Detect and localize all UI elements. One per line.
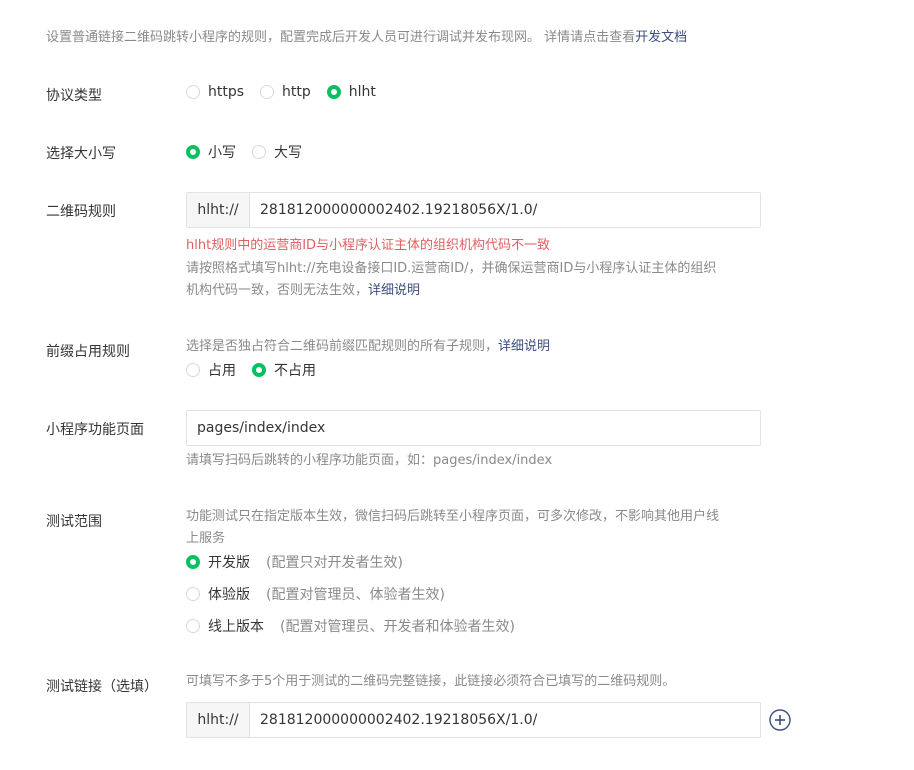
radio-label: 不占用	[274, 363, 316, 379]
test-link-field[interactable]: 281812000000002402.19218056X/1.0/	[250, 703, 760, 737]
qr-rule-field[interactable]: 281812000000002402.19218056X/1.0/	[250, 193, 760, 227]
radio-label: http	[282, 84, 311, 100]
case-label: 选择大小写	[46, 146, 116, 162]
radio-label: 开发版	[208, 555, 250, 571]
qr-rule-input[interactable]: hlht:// 281812000000002402.19218056X/1.0…	[186, 192, 761, 228]
radio-label: https	[208, 84, 245, 100]
page-path-field[interactable]: pages/index/index	[187, 411, 760, 445]
protocol-option-http[interactable]: http	[260, 84, 311, 100]
radio-label: hlht	[348, 84, 376, 100]
page-path-input[interactable]: pages/index/index	[186, 410, 761, 446]
qr-rule-error: hlht规则中的运营商ID与小程序认证主体的组织机构代码不一致	[186, 238, 551, 253]
case-option-upper[interactable]: 大写	[252, 142, 302, 162]
radio-circle[interactable]	[186, 619, 200, 633]
radio-circle[interactable]	[326, 85, 341, 99]
test-link-tip: 可填写不多于5个用于测试的二维码完整链接，此链接必须符合已填写的二维码规则。	[186, 674, 676, 689]
radio-note: (配置只对开发者生效)	[266, 555, 403, 571]
test-link-input[interactable]: hlht:// 281812000000002402.19218056X/1.0…	[186, 702, 761, 738]
radio-circle[interactable]	[252, 363, 266, 377]
test-scope-label: 测试范围	[46, 514, 102, 530]
intro-description: 设置普通链接二维码跳转小程序的规则，配置完成后开发人员可进行调试并发布现网。 详…	[46, 26, 687, 45]
test-scope-tip-line: 上服务	[186, 531, 226, 546]
radio-note: (配置对管理员、体验者生效)	[266, 587, 445, 603]
qr-rule-tip-line: 请按照格式填写hlht://充电设备接口ID.运营商ID/，并确保运营商ID与小…	[186, 261, 717, 276]
radio-circle[interactable]	[260, 85, 275, 99]
prefix-option-occupy[interactable]: 占用	[186, 360, 236, 380]
test-scope-option-trial[interactable]: 体验版 (配置对管理员、体验者生效)	[186, 584, 445, 604]
radio-label: 大写	[274, 145, 302, 161]
qr-rule-detail-link[interactable]: 详细说明	[368, 283, 420, 298]
test-scope-trial: 体验版 (配置对管理员、体验者生效)	[186, 584, 461, 604]
test-link-prefix: hlht://	[187, 703, 250, 737]
page-path-label: 小程序功能页面	[46, 422, 144, 438]
case-radio-group: 小写 大写	[186, 142, 318, 162]
test-scope-online: 线上版本 (配置对管理员、开发者和体验者生效)	[186, 616, 531, 636]
prefix-option-not-occupy[interactable]: 不占用	[252, 360, 316, 380]
test-scope-tip-line: 功能测试只在指定版本生效，微信扫码后跳转至小程序页面，可多次修改，不影响其他用户…	[186, 509, 720, 524]
test-scope-dev: 开发版 (配置只对开发者生效)	[186, 552, 419, 572]
prefix-rule-label: 前缀占用规则	[46, 344, 130, 360]
radio-label: 占用	[208, 363, 236, 379]
dev-docs-link[interactable]: 开发文档	[635, 30, 687, 45]
prefix-rule-tip-text: 选择是否独占符合二维码前缀匹配规则的所有子规则，	[186, 339, 499, 354]
radio-circle[interactable]	[186, 85, 200, 99]
protocol-label: 协议类型	[46, 88, 102, 104]
radio-circle[interactable]	[186, 363, 200, 377]
radio-note: (配置对管理员、开发者和体验者生效)	[280, 619, 515, 635]
plus-circle-icon[interactable]	[769, 709, 791, 731]
qr-rule-tip-line: 机构代码一致，否则无法生效，	[186, 283, 369, 298]
page-path-tip: 请填写扫码后跳转的小程序功能页面，如：pages/index/index	[186, 453, 553, 468]
qr-rule-tip: 请按照格式填写hlht://充电设备接口ID.运营商ID/，并确保运营商ID与小…	[186, 258, 716, 302]
protocol-radio-group: https http hlht	[186, 84, 392, 100]
prefix-rule-detail-link[interactable]: 详细说明	[498, 339, 550, 354]
radio-circle[interactable]	[186, 145, 200, 159]
prefix-rule-radio-group: 占用 不占用	[186, 360, 332, 380]
test-scope-option-online[interactable]: 线上版本 (配置对管理员、开发者和体验者生效)	[186, 616, 515, 636]
intro-text: 设置普通链接二维码跳转小程序的规则，配置完成后开发人员可进行调试并发布现网。 详…	[46, 30, 636, 45]
test-scope-option-dev[interactable]: 开发版 (配置只对开发者生效)	[186, 552, 403, 572]
case-option-lower[interactable]: 小写	[186, 142, 236, 162]
test-scope-tip: 功能测试只在指定版本生效，微信扫码后跳转至小程序页面，可多次修改，不影响其他用户…	[186, 506, 719, 550]
radio-circle[interactable]	[252, 145, 266, 159]
qr-rule-prefix: hlht://	[187, 193, 250, 227]
prefix-rule-tip: 选择是否独占符合二维码前缀匹配规则的所有子规则，详细说明	[186, 336, 550, 358]
radio-circle[interactable]	[186, 587, 200, 601]
radio-label: 小写	[208, 145, 236, 161]
test-link-label: 测试链接（选填）	[46, 679, 158, 695]
radio-label: 体验版	[208, 587, 250, 603]
radio-label: 线上版本	[208, 619, 264, 635]
qr-rule-label: 二维码规则	[46, 204, 116, 220]
radio-circle[interactable]	[186, 555, 200, 569]
protocol-option-https[interactable]: https	[186, 84, 244, 100]
protocol-option-hlht[interactable]: hlht	[326, 84, 376, 100]
